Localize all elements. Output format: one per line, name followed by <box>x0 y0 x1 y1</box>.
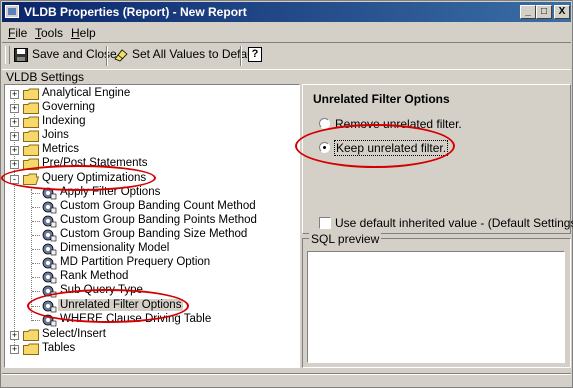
menu-file[interactable]: File <box>8 26 27 40</box>
toolbar-grip <box>5 46 10 64</box>
menu-help[interactable]: Help <box>71 26 96 40</box>
tree-item-select-insert[interactable]: + Select/Insert <box>5 328 295 342</box>
tree-line <box>32 207 40 208</box>
maximize-button[interactable]: □ <box>536 5 552 19</box>
folder-icon <box>23 88 39 100</box>
tree-line <box>32 235 40 236</box>
folder-icon <box>23 130 39 142</box>
setting-gear-icon <box>42 201 57 214</box>
sql-preview-label: SQL preview <box>309 232 382 246</box>
save-and-close-button[interactable]: Save and Close <box>14 47 117 65</box>
tree-line <box>32 263 40 264</box>
tree-item-dimensionality-model[interactable]: Dimensionality Model <box>5 242 295 256</box>
tree-item-custom-group-banding-size-method[interactable]: Custom Group Banding Size Method <box>5 228 295 242</box>
folder-icon <box>23 343 39 355</box>
vldb-settings-label: VLDB Settings <box>6 70 85 84</box>
expand-icon[interactable]: + <box>10 132 19 141</box>
tree-item-analytical-engine[interactable]: + Analytical Engine <box>5 87 295 101</box>
use-default-checkbox[interactable] <box>319 217 331 229</box>
save-icon <box>14 47 28 62</box>
app-icon <box>5 5 19 18</box>
setting-gear-icon <box>42 271 57 284</box>
expand-icon[interactable]: + <box>10 118 19 127</box>
menu-bar: File Tools Help <box>2 23 571 42</box>
tree-line <box>32 320 40 321</box>
vldb-properties-window: VLDB Properties (Report) - New Report _ … <box>0 0 573 388</box>
help-button[interactable]: ? <box>248 46 262 64</box>
expand-icon[interactable]: + <box>10 345 19 354</box>
toolbar-separator <box>106 46 108 66</box>
settings-tree[interactable]: + Analytical Engine + Governing + Indexi… <box>4 84 300 368</box>
sql-preview-box[interactable] <box>307 251 565 363</box>
folder-icon <box>23 102 39 114</box>
tree-line <box>32 277 40 278</box>
expand-icon[interactable]: + <box>10 160 19 169</box>
setting-gear-icon <box>42 243 57 256</box>
expand-icon[interactable]: + <box>10 90 19 99</box>
tree-line <box>32 291 40 292</box>
annotation-ellipse-query-optimizations <box>1 165 156 191</box>
minimize-button[interactable]: _ <box>520 5 536 19</box>
annotation-ellipse-unrelated-filter-options <box>27 289 189 323</box>
tree-item-md-partition-prequery-option[interactable]: MD Partition Prequery Option <box>5 256 295 270</box>
tree-item-joins[interactable]: + Joins <box>5 129 295 143</box>
folder-icon <box>23 329 39 341</box>
expand-icon[interactable]: + <box>10 146 19 155</box>
options-panel-title: Unrelated Filter Options <box>313 92 450 106</box>
tree-item-rank-method[interactable]: Rank Method <box>5 270 295 284</box>
toolbar: Save and Close Set All Values to Default… <box>2 42 571 70</box>
toolbar-separator <box>240 46 242 66</box>
tree-line <box>32 221 40 222</box>
tree-item-custom-group-banding-points-method[interactable]: Custom Group Banding Points Method <box>5 214 295 228</box>
set-all-default-button[interactable]: Set All Values to Default <box>114 47 260 65</box>
window-title: VLDB Properties (Report) - New Report <box>24 5 247 19</box>
title-bar[interactable]: VLDB Properties (Report) - New Report _ … <box>2 2 571 22</box>
help-icon: ? <box>248 47 262 62</box>
menu-tools[interactable]: Tools <box>35 26 63 40</box>
annotation-ellipse-keep-unrelated-filter <box>295 124 455 168</box>
folder-icon <box>23 144 39 156</box>
tree-item-metrics[interactable]: + Metrics <box>5 143 295 157</box>
tree-item-indexing[interactable]: + Indexing <box>5 115 295 129</box>
setting-gear-icon <box>42 229 57 242</box>
setting-gear-icon <box>42 215 57 228</box>
sql-preview-group: SQL preview <box>302 232 571 368</box>
tree-item-governing[interactable]: + Governing <box>5 101 295 115</box>
tree-line <box>32 193 40 194</box>
eraser-icon <box>114 49 128 62</box>
tree-line <box>32 249 40 250</box>
expand-icon[interactable]: + <box>10 331 19 340</box>
tree-item-tables[interactable]: + Tables <box>5 342 295 356</box>
setting-gear-icon <box>42 257 57 270</box>
folder-icon <box>23 116 39 128</box>
tree-item-custom-group-banding-count-method[interactable]: Custom Group Banding Count Method <box>5 200 295 214</box>
bottom-divider <box>2 373 571 375</box>
close-button[interactable]: X <box>554 5 570 19</box>
expand-icon[interactable]: + <box>10 104 19 113</box>
